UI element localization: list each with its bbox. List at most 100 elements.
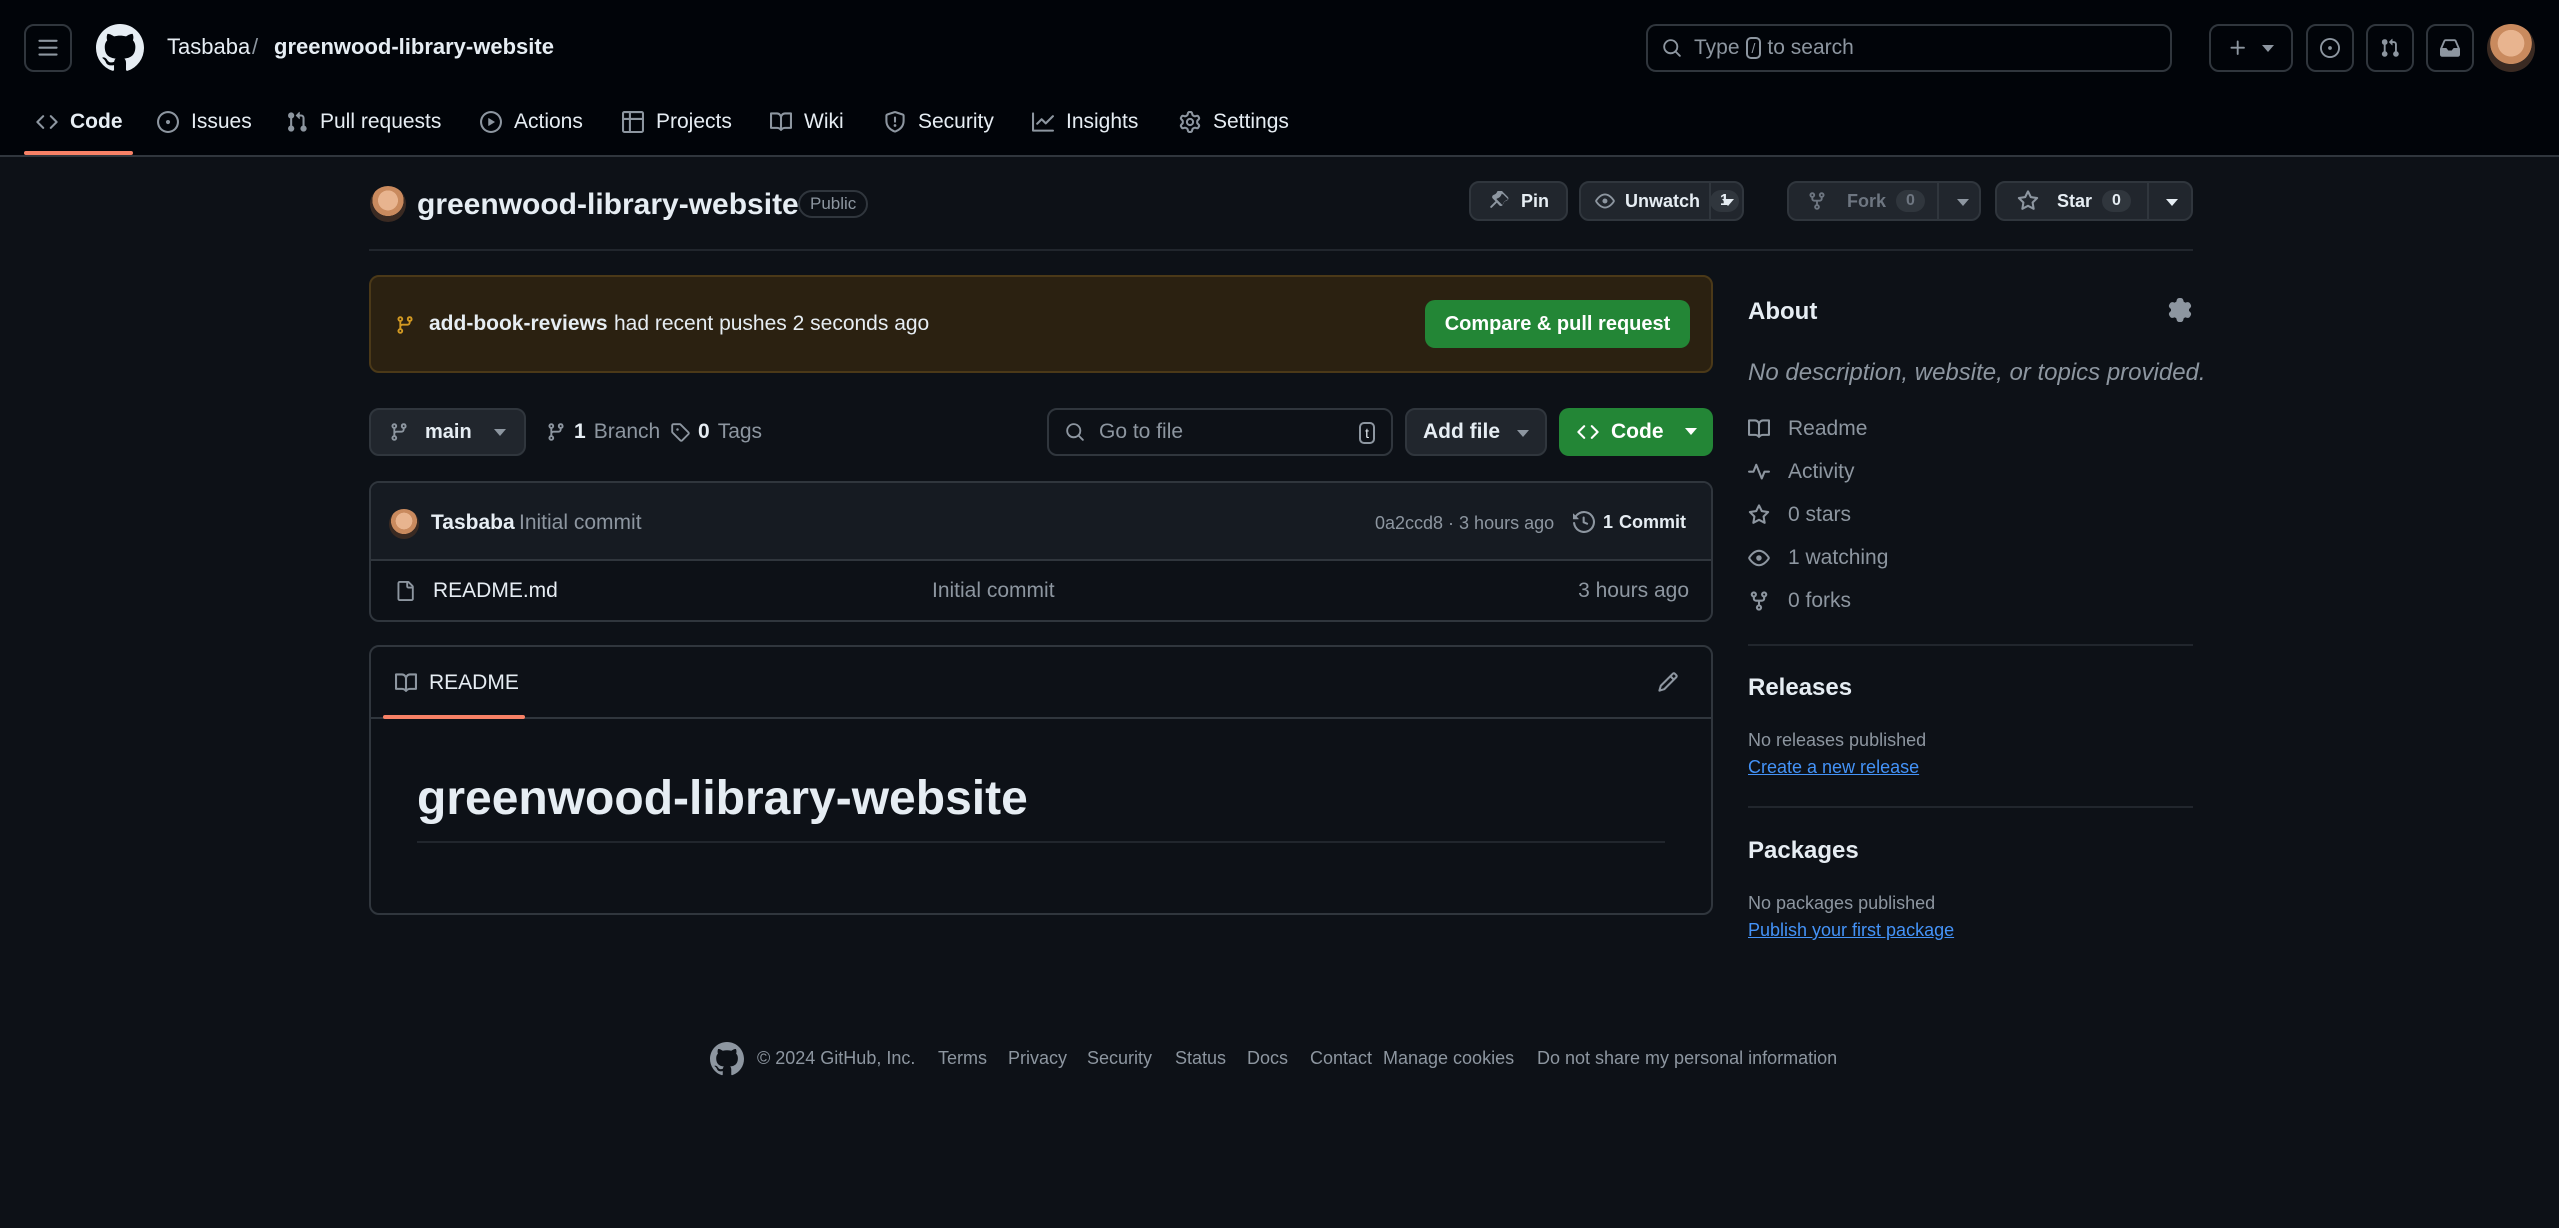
chevron-down-icon[interactable] xyxy=(2166,199,2178,206)
footer-link-privacy[interactable]: Privacy xyxy=(1008,1048,1067,1069)
file-name[interactable]: README.md xyxy=(433,579,558,603)
banner-branch[interactable]: add-book-reviews xyxy=(429,312,608,336)
go-to-file-shortcut: t xyxy=(1359,422,1375,444)
footer-link-manage-cookies[interactable]: Manage cookies xyxy=(1383,1048,1514,1069)
sidebar-item-label: 0 stars xyxy=(1788,503,1852,526)
menu-button[interactable] xyxy=(24,24,72,72)
pull-request-icon xyxy=(288,111,307,132)
fork-icon xyxy=(1809,192,1825,210)
commit-message[interactable]: Initial commit xyxy=(519,511,642,535)
footer-link-contact[interactable]: Contact xyxy=(1310,1048,1372,1069)
chevron-down-icon[interactable] xyxy=(1722,199,1734,206)
search-icon xyxy=(1663,39,1681,57)
sidebar-item-forks[interactable]: 0 forks xyxy=(1748,589,1851,613)
branch-icon xyxy=(397,316,413,334)
tab-security-label: Security xyxy=(918,110,994,133)
sidebar-item-watching[interactable]: 1 watching xyxy=(1748,546,1888,570)
commit-author[interactable]: Tasbaba xyxy=(431,511,515,535)
search-input[interactable]: Type / to search xyxy=(1646,24,2172,72)
tab-insights[interactable]: Insights xyxy=(1032,104,1138,140)
fork-count: 0 xyxy=(1896,190,1925,212)
breadcrumb-separator: / xyxy=(252,34,259,59)
branch-selector[interactable]: main xyxy=(369,408,526,456)
inbox-icon xyxy=(2440,39,2460,57)
table-row[interactable]: README.md Initial commit 3 hours ago xyxy=(371,561,1711,620)
create-release-link[interactable]: Create a new release xyxy=(1748,757,1919,778)
tab-code-label: Code xyxy=(70,110,123,133)
pull-requests-button[interactable] xyxy=(2366,24,2414,72)
readme-heading-divider xyxy=(417,841,1665,843)
commit-meta[interactable]: 0a2ccd8 · 3 hours ago xyxy=(1375,513,1554,534)
tab-wiki[interactable]: Wiki xyxy=(770,104,844,140)
readme-tab-label: README xyxy=(429,671,519,694)
breadcrumb-repo[interactable]: greenwood-library-website xyxy=(274,34,554,60)
fork-button[interactable]: Fork 0 xyxy=(1787,181,1981,221)
commits-link[interactable]: 1 Commit xyxy=(1573,511,1686,533)
tags-link[interactable]: 0 Tags xyxy=(670,420,762,444)
issue-icon xyxy=(157,111,179,133)
gear-icon xyxy=(1179,111,1201,133)
sidebar-item-label: Readme xyxy=(1788,417,1868,440)
chevron-down-icon xyxy=(2262,44,2274,52)
add-file-label: Add file xyxy=(1423,420,1500,443)
footer-link-status[interactable]: Status xyxy=(1175,1048,1226,1069)
tab-code[interactable]: Code xyxy=(36,104,123,140)
packages-title[interactable]: Packages xyxy=(1748,837,1859,865)
tab-projects-label: Projects xyxy=(656,110,732,133)
book-icon xyxy=(1748,419,1770,438)
tab-projects[interactable]: Projects xyxy=(622,104,732,140)
repo-title[interactable]: greenwood-library-website xyxy=(417,188,799,222)
tab-settings[interactable]: Settings xyxy=(1179,104,1289,140)
branches-link[interactable]: 1 Branch xyxy=(546,420,660,444)
breadcrumb-owner[interactable]: Tasbaba xyxy=(167,34,250,60)
commit-count-label: Commit xyxy=(1619,511,1687,532)
readme-tab-indicator xyxy=(383,715,525,719)
inbox-button[interactable] xyxy=(2426,24,2474,72)
file-icon xyxy=(397,581,414,601)
add-file-button[interactable]: Add file xyxy=(1405,408,1547,456)
tab-pull-requests[interactable]: Pull requests xyxy=(286,104,441,140)
code-icon xyxy=(1577,425,1599,439)
publish-package-link[interactable]: Publish your first package xyxy=(1748,920,1954,941)
github-logo-icon[interactable] xyxy=(710,1042,744,1076)
releases-title[interactable]: Releases xyxy=(1748,674,1852,702)
pin-button[interactable]: Pin xyxy=(1469,181,1568,221)
chevron-down-icon[interactable] xyxy=(1957,199,1969,206)
unwatch-button[interactable]: Unwatch 1 xyxy=(1579,181,1744,221)
readme-tab[interactable]: README xyxy=(395,671,519,695)
repo-owner-avatar[interactable] xyxy=(370,186,406,222)
sidebar-item-activity[interactable]: Activity xyxy=(1748,460,1855,484)
go-to-file-input[interactable]: Go to file t xyxy=(1047,408,1393,456)
github-logo-icon[interactable] xyxy=(96,24,144,72)
file-commit-message[interactable]: Initial commit xyxy=(932,579,1055,603)
code-button[interactable]: Code xyxy=(1559,408,1713,456)
branch-name: main xyxy=(425,420,472,443)
sidebar-item-stars[interactable]: 0 stars xyxy=(1748,503,1851,527)
issues-button[interactable] xyxy=(2306,24,2354,72)
gear-icon[interactable] xyxy=(2168,298,2192,322)
tab-security[interactable]: Security xyxy=(884,104,994,140)
compare-pull-request-button[interactable]: Compare & pull request xyxy=(1425,300,1690,348)
footer-link-do-not-share[interactable]: Do not share my personal information xyxy=(1537,1048,1837,1069)
issue-icon xyxy=(2320,38,2340,58)
footer-link-terms[interactable]: Terms xyxy=(938,1048,987,1069)
sidebar-item-readme[interactable]: Readme xyxy=(1748,417,1867,441)
footer-link-docs[interactable]: Docs xyxy=(1247,1048,1288,1069)
eye-icon xyxy=(1595,193,1615,209)
footer-link-security[interactable]: Security xyxy=(1087,1048,1152,1069)
avatar[interactable] xyxy=(2487,24,2535,72)
tab-issues[interactable]: Issues xyxy=(157,104,252,140)
create-new-button[interactable] xyxy=(2209,24,2293,72)
readme-heading: greenwood-library-website xyxy=(417,772,1028,825)
readme-panel: README greenwood-library-website xyxy=(369,645,1713,915)
fork-icon xyxy=(1750,591,1768,611)
star-button[interactable]: Star 0 xyxy=(1995,181,2193,221)
banner-message: had recent pushes 2 seconds ago xyxy=(614,312,930,335)
pencil-icon[interactable] xyxy=(1657,671,1679,693)
pulse-icon xyxy=(1748,463,1770,480)
tab-actions[interactable]: Actions xyxy=(480,104,583,140)
footer-copyright: © 2024 GitHub, Inc. xyxy=(757,1048,916,1068)
pin-label: Pin xyxy=(1521,190,1550,211)
tab-pull-requests-label: Pull requests xyxy=(320,110,442,133)
commit-author-avatar[interactable] xyxy=(389,509,419,539)
